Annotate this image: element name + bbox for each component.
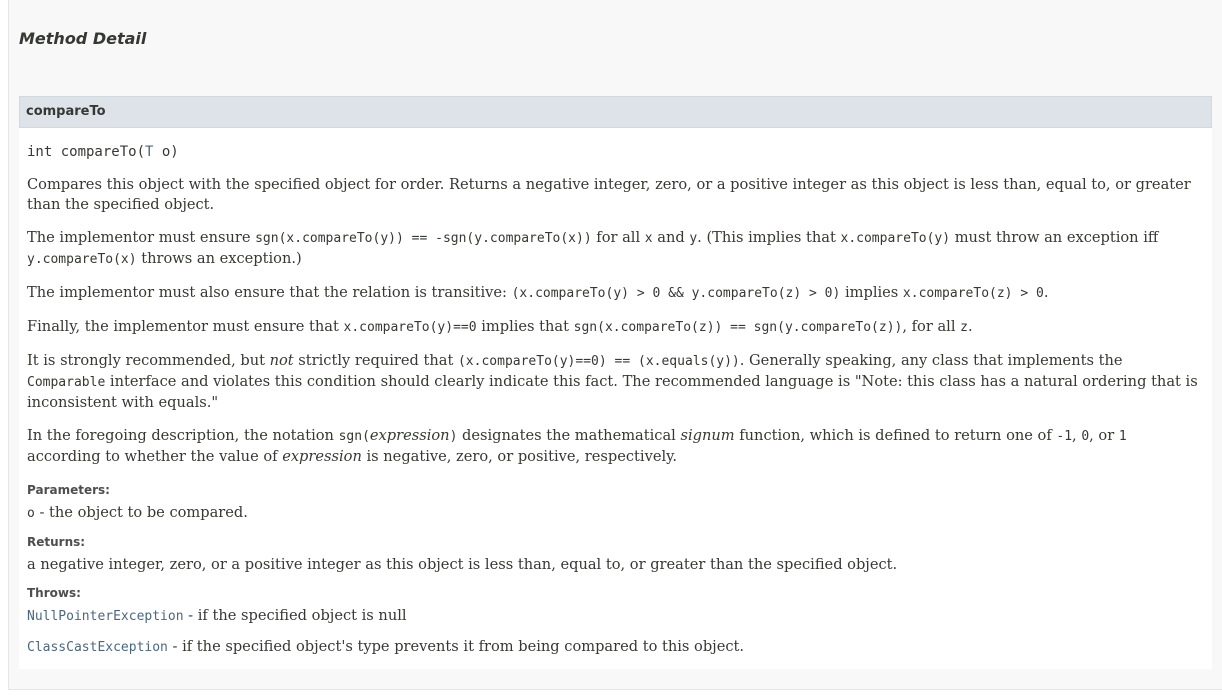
method-signature: int compareTo(T o) xyxy=(27,143,1204,161)
returns-desc: a negative integer, zero, or a positive … xyxy=(27,556,898,573)
method-detail-section: Method Detail compareTo int compareTo(T … xyxy=(8,0,1222,690)
description-paragraph: It is strongly recommended, but not stri… xyxy=(27,352,1198,411)
throws-item: NullPointerException - if the specified … xyxy=(27,606,1204,627)
description-paragraph: In the foregoing description, the notati… xyxy=(27,427,1127,465)
parameter-desc: - the object to be compared. xyxy=(34,504,248,521)
method-name-header: compareTo xyxy=(19,96,1212,128)
description-paragraph: Compares this object with the specified … xyxy=(27,176,1191,213)
parameter-item: o - the object to be compared. xyxy=(27,503,1204,524)
throws-desc: - if the specified object's type prevent… xyxy=(167,638,745,655)
throws-desc: - if the specified object is null xyxy=(183,607,407,624)
null-pointer-exception-link[interactable]: NullPointerException xyxy=(27,607,184,624)
description-paragraph: The implementor must also ensure that th… xyxy=(27,284,1049,301)
returns-label: Returns: xyxy=(27,535,86,549)
section-title: Method Detail xyxy=(19,29,147,48)
parameters-label: Parameters: xyxy=(27,483,110,497)
method-block: compareTo int compareTo(T o) Compares th… xyxy=(19,96,1212,669)
description-paragraph: The implementor must ensure sgn(x.compar… xyxy=(27,229,1159,267)
throws-item: ClassCastException - if the specified ob… xyxy=(27,637,1204,658)
signature-prefix: int compareTo( xyxy=(27,144,146,160)
class-cast-exception-link[interactable]: ClassCastException xyxy=(27,638,168,655)
description-paragraph: Finally, the implementor must ensure tha… xyxy=(27,318,973,335)
parameter-name: o xyxy=(27,506,35,521)
method-body: int compareTo(T o) Compares this object … xyxy=(19,143,1212,658)
signature-suffix: o) xyxy=(153,144,179,160)
throws-label: Throws: xyxy=(27,586,81,600)
